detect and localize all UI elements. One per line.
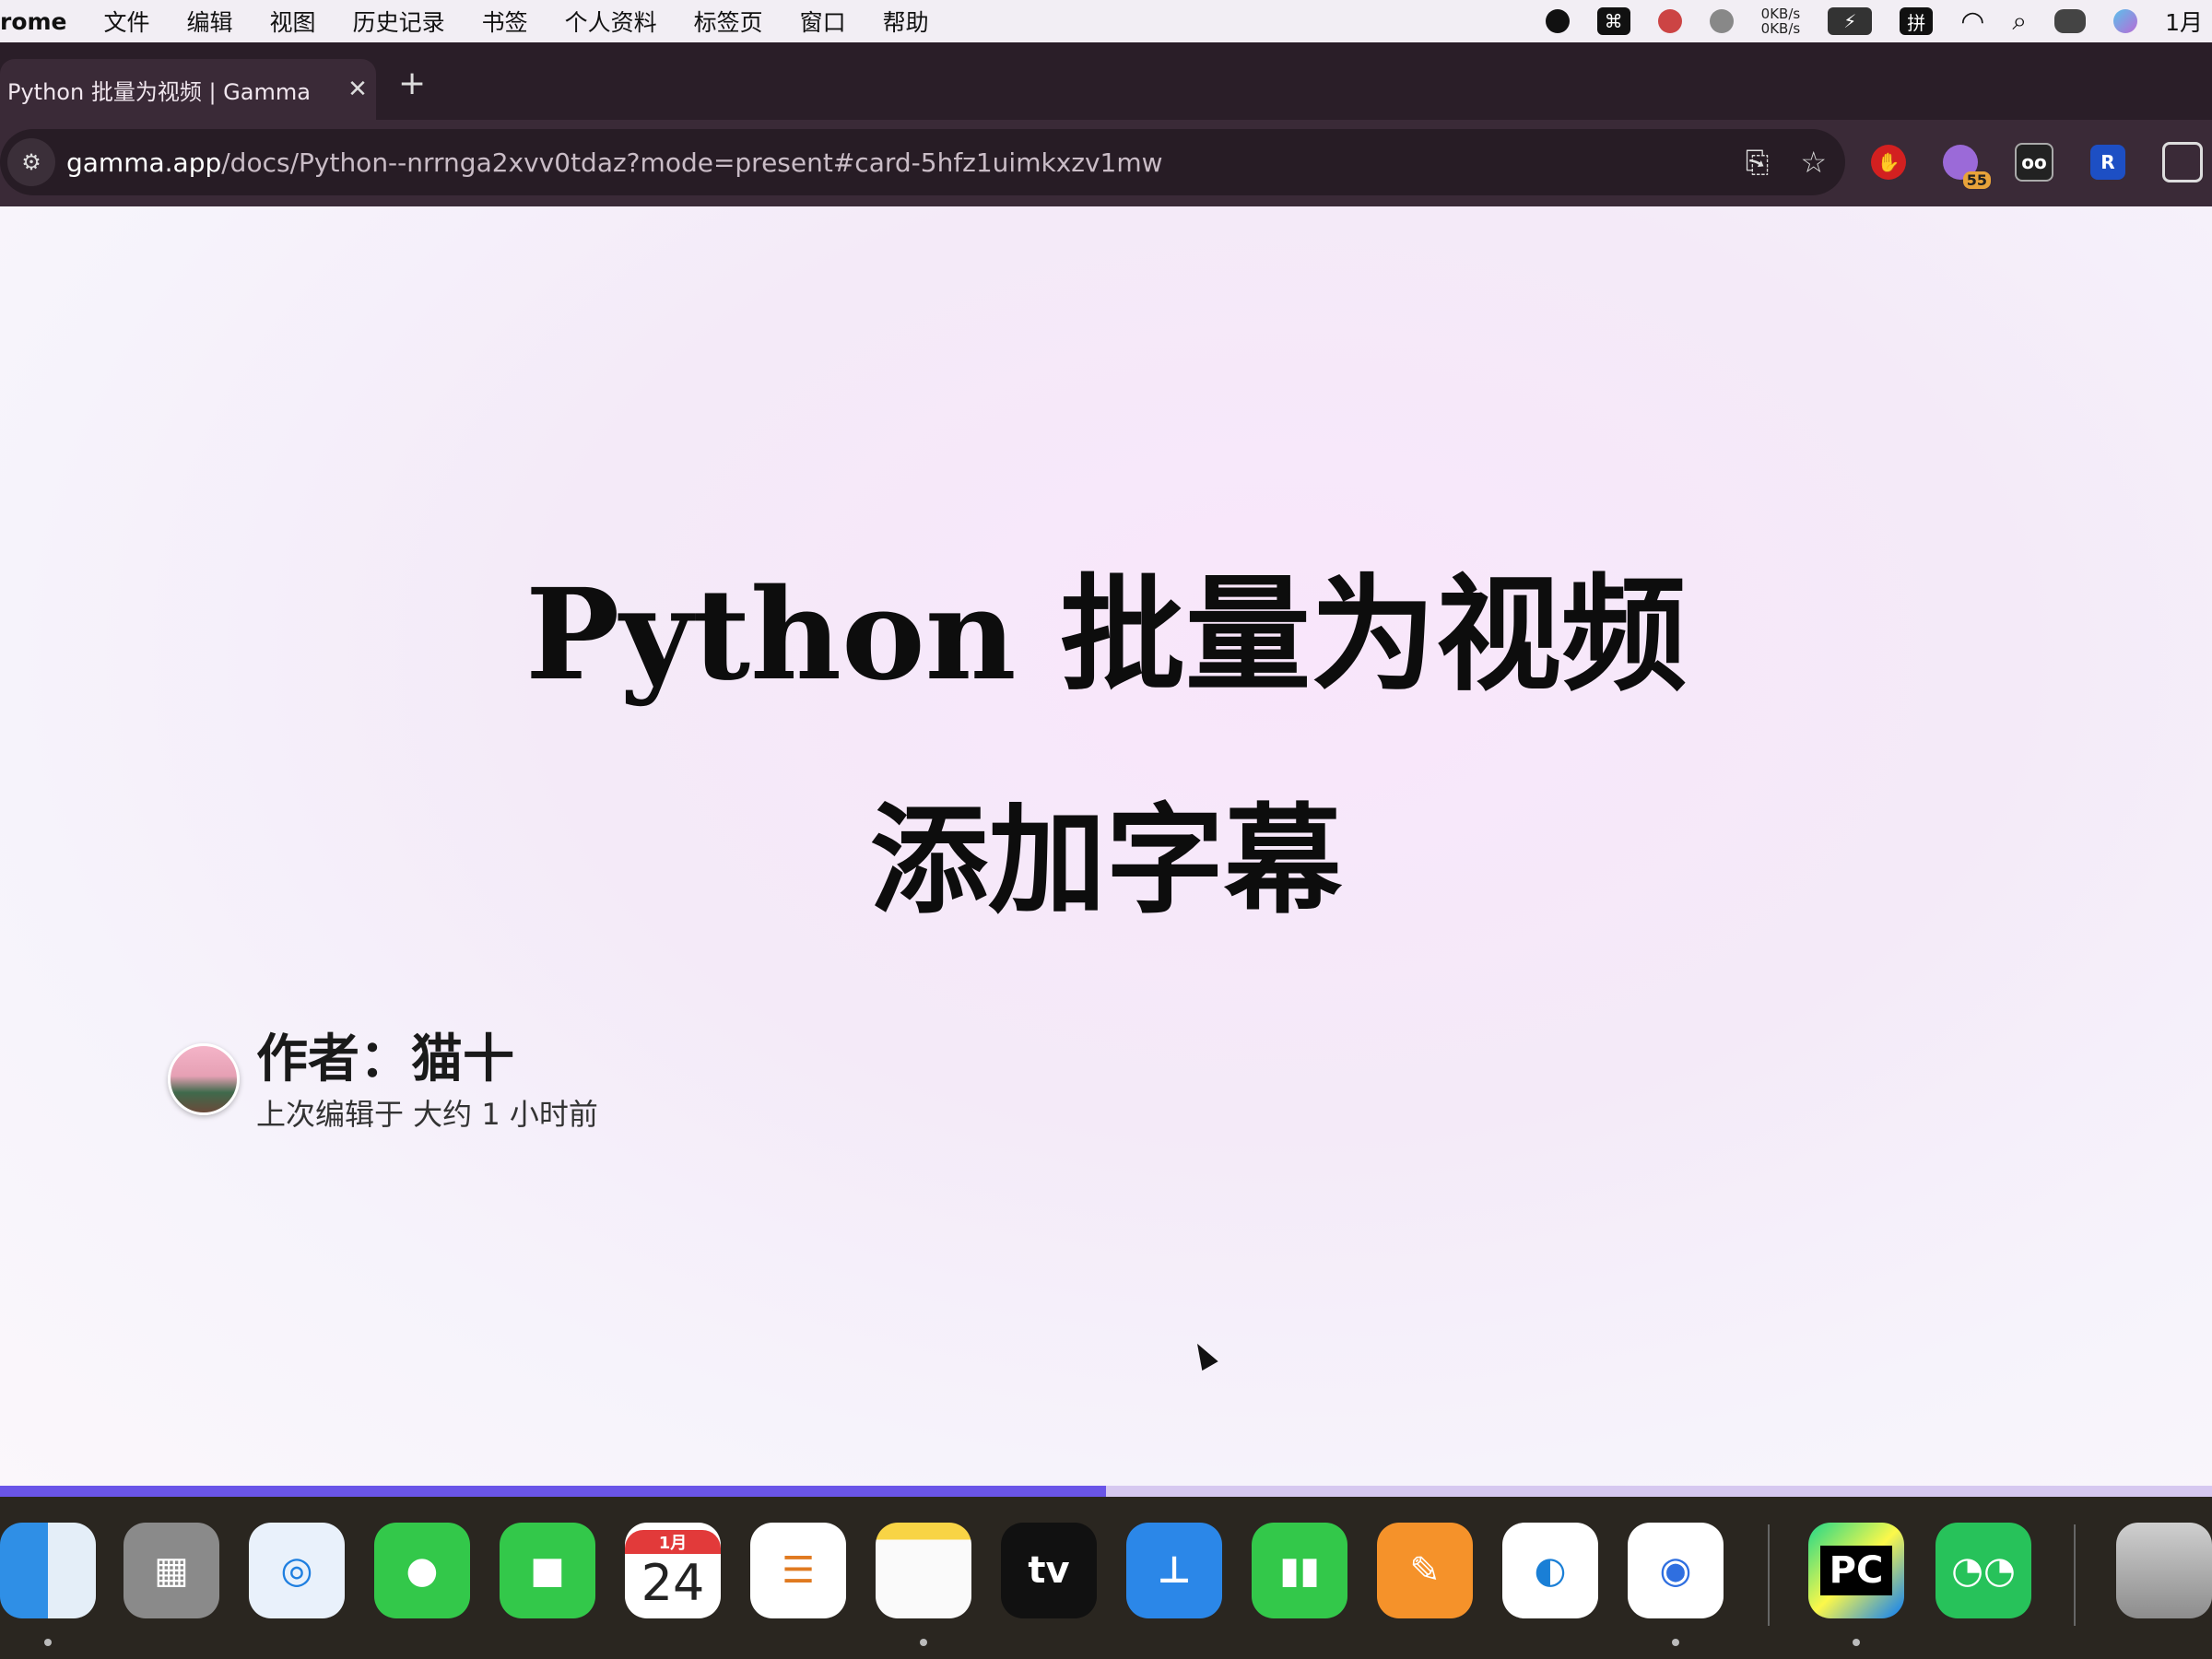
menu-item-edit[interactable]: 编辑 xyxy=(187,5,233,38)
calendar-day: 24 xyxy=(641,1553,705,1612)
bookmark-star-icon[interactable]: ☆ xyxy=(1800,145,1827,180)
author-avatar xyxy=(168,1043,240,1115)
extension-with-badge-icon[interactable]: 55 xyxy=(1943,145,1991,189)
battery-icon[interactable]: ⚡ xyxy=(1828,7,1873,35)
chrome-icon[interactable]: ◉ xyxy=(1628,1523,1724,1618)
calendar-icon[interactable]: 1月 24 xyxy=(625,1523,721,1618)
menu-item-profile[interactable]: 个人资料 xyxy=(565,5,657,38)
menu-item-history[interactable]: 历史记录 xyxy=(353,5,445,38)
progress-fill xyxy=(0,1486,1106,1497)
input-method-icon[interactable]: 拼 xyxy=(1900,7,1934,35)
tv-label: tv xyxy=(1028,1549,1070,1592)
wechat-icon[interactable]: ◔◔ xyxy=(1936,1523,2031,1618)
glasses-extension-icon[interactable]: oo xyxy=(2015,143,2053,182)
site-settings-icon[interactable]: ⚙ xyxy=(7,138,55,186)
last-edited-text: 上次编辑于 大约 1 小时前 xyxy=(256,1097,598,1132)
reminders-icon[interactable]: ☰ xyxy=(750,1523,846,1618)
running-indicator xyxy=(1853,1639,1860,1646)
calendar-month: 1月 xyxy=(625,1529,721,1554)
browser-toolbar: ⚙ gamma.app/docs/Python--nrrnga2xvv0tdaz… xyxy=(0,120,2212,206)
tab-strip: Python 批量为视频 | Gamma ✕ + xyxy=(0,42,2212,120)
tab-active[interactable]: Python 批量为视频 | Gamma ✕ xyxy=(0,59,376,120)
url-text[interactable]: gamma.app/docs/Python--nrrnga2xvv0tdaz?m… xyxy=(66,147,1163,178)
presentation-slide: Python 批量为视频 添加字幕 作者：猫十 上次编辑于 大约 1 小时前 xyxy=(0,206,2212,1488)
pycharm-icon[interactable]: PC xyxy=(1808,1523,1904,1618)
running-indicator xyxy=(44,1639,52,1646)
menu-item-help[interactable]: 帮助 xyxy=(883,5,929,38)
slide-title: Python 批量为视频 xyxy=(525,561,1687,709)
search-icon[interactable]: ⌕ xyxy=(2012,6,2027,37)
menu-bar: rome 文件 编辑 视图 历史记录 书签 个人资料 标签页 窗口 帮助 ⌘ 0… xyxy=(0,0,2212,42)
numbers-icon[interactable]: ▮▮ xyxy=(1252,1523,1347,1618)
install-app-icon[interactable]: ⎘ xyxy=(1746,145,1770,181)
presentation-progress-bar xyxy=(0,1486,2212,1497)
close-tab-icon[interactable]: ✕ xyxy=(339,76,376,103)
r-extension-icon[interactable]: R xyxy=(2090,145,2125,180)
finder-icon[interactable] xyxy=(0,1523,96,1618)
launchpad-icon[interactable]: ▦ xyxy=(124,1523,219,1618)
running-indicator xyxy=(920,1639,927,1646)
safari-icon[interactable]: ◎ xyxy=(249,1523,345,1618)
address-bar[interactable]: ⚙ gamma.app/docs/Python--nrrnga2xvv0tdaz… xyxy=(0,129,1845,195)
record-icon[interactable] xyxy=(1545,9,1570,33)
url-host: gamma.app xyxy=(66,147,222,178)
app-status-icon[interactable] xyxy=(1657,9,1682,33)
dock-separator xyxy=(1768,1524,1770,1626)
menu-item-window[interactable]: 窗口 xyxy=(800,5,846,38)
cat-icon[interactable] xyxy=(1709,9,1734,33)
network-speed: 0KB/s 0KB/s xyxy=(1761,6,1801,36)
keynote-icon[interactable]: ⊥ xyxy=(1126,1523,1222,1618)
edge-icon[interactable]: ◐ xyxy=(1502,1523,1598,1618)
wifi-icon[interactable]: ◠ xyxy=(1960,6,1984,38)
apple-tv-icon[interactable]: tv xyxy=(1001,1523,1097,1618)
menubar-date[interactable]: 1月 xyxy=(2165,5,2203,38)
tab-title: Python 批量为视频 | Gamma xyxy=(7,78,311,105)
pycharm-label: PC xyxy=(1819,1546,1893,1595)
control-center-icon[interactable] xyxy=(2054,9,2087,33)
net-up-text: 0KB/s xyxy=(1760,6,1801,22)
running-indicator xyxy=(1672,1639,1679,1646)
extensions-area: ✋ 55 oo R xyxy=(1871,129,2203,195)
trash-icon[interactable] xyxy=(2116,1523,2212,1618)
stop-hand-extension-icon[interactable]: ✋ xyxy=(1871,145,1906,180)
net-down-text: 0KB/s xyxy=(1760,20,1801,37)
siri-icon[interactable] xyxy=(2113,9,2138,33)
dock: ▦ ◎ ● ■ 1月 24 ☰ tv ⊥ ▮▮ ✎ ◐ ◉ PC ◔◔ xyxy=(0,1497,2212,1659)
mouse-cursor-icon xyxy=(1189,1338,1218,1371)
new-tab-button[interactable]: + xyxy=(398,65,426,102)
notes-icon[interactable] xyxy=(876,1523,971,1618)
extension-badge: 55 xyxy=(1962,171,1991,189)
menu-item-tabs[interactable]: 标签页 xyxy=(694,5,763,38)
url-path: /docs/Python--nrrnga2xvv0tdaz?mode=prese… xyxy=(221,147,1163,178)
menu-item-bookmarks[interactable]: 书签 xyxy=(482,5,528,38)
menu-app-name[interactable]: rome xyxy=(0,8,67,35)
messages-icon[interactable]: ● xyxy=(374,1523,470,1618)
menu-item-view[interactable]: 视图 xyxy=(270,5,316,38)
menu-item-file[interactable]: 文件 xyxy=(104,5,150,38)
address-bar-actions: ⎘ ☆ xyxy=(1746,129,1827,195)
author-name: 作者：猫十 xyxy=(256,1030,514,1089)
extensions-puzzle-icon[interactable] xyxy=(2162,142,2203,182)
facetime-icon[interactable]: ■ xyxy=(500,1523,595,1618)
command-icon[interactable]: ⌘ xyxy=(1596,7,1630,35)
status-area: ⌘ 0KB/s 0KB/s ⚡ 拼 ◠ ⌕ 1月 xyxy=(1545,0,2212,42)
dock-separator xyxy=(2074,1524,2076,1626)
pages-icon[interactable]: ✎ xyxy=(1377,1523,1473,1618)
slide-subtitle: 添加字幕 xyxy=(869,793,1342,930)
